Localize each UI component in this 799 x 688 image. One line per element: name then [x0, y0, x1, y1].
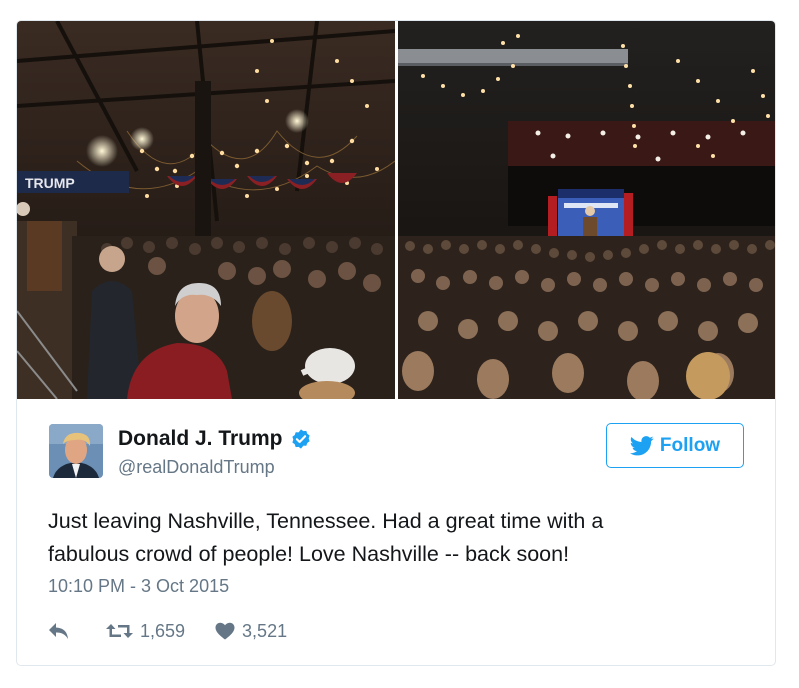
- reply-button[interactable]: [48, 622, 70, 640]
- tweet-photo-2[interactable]: [398, 21, 775, 399]
- reply-icon: [48, 622, 70, 640]
- heart-icon: [215, 622, 235, 640]
- verified-badge-icon: [290, 428, 312, 450]
- author-name[interactable]: Donald J. Trump: [118, 427, 312, 451]
- tweet-text-line: Just leaving Nashville, Tennessee. Had a…: [48, 509, 604, 533]
- bird-icon: [629, 435, 654, 456]
- follow-button[interactable]: Follow: [606, 423, 744, 468]
- tweet-photo-1[interactable]: TRUMP: [17, 21, 395, 399]
- retweet-button[interactable]: 1,659: [106, 621, 185, 642]
- author-avatar[interactable]: [49, 424, 103, 478]
- tweet-text: Just leaving Nashville, Tennessee. Had a…: [48, 505, 748, 571]
- tweet-timestamp[interactable]: 10:10 PM - 3 Oct 2015: [48, 576, 229, 597]
- photo-banner-text: TRUMP: [25, 175, 75, 191]
- like-button[interactable]: 3,521: [215, 621, 287, 642]
- follow-button-label: Follow: [659, 434, 721, 456]
- retweet-icon: [106, 622, 133, 640]
- retweet-count: 1,659: [140, 620, 186, 641]
- tweet-embed-card: TRUMP Donald J. Trump @realDonaldTrump F…: [16, 20, 776, 666]
- tweet-actions: 1,659 3,521: [48, 619, 317, 643]
- author-handle[interactable]: @realDonaldTrump: [118, 457, 275, 478]
- tweet-text-line: fabulous crowd of people! Love Nashville…: [48, 542, 570, 566]
- photo-grid: TRUMP: [17, 21, 775, 399]
- author-name-text[interactable]: Donald J. Trump: [118, 427, 283, 451]
- like-count: 3,521: [242, 620, 288, 641]
